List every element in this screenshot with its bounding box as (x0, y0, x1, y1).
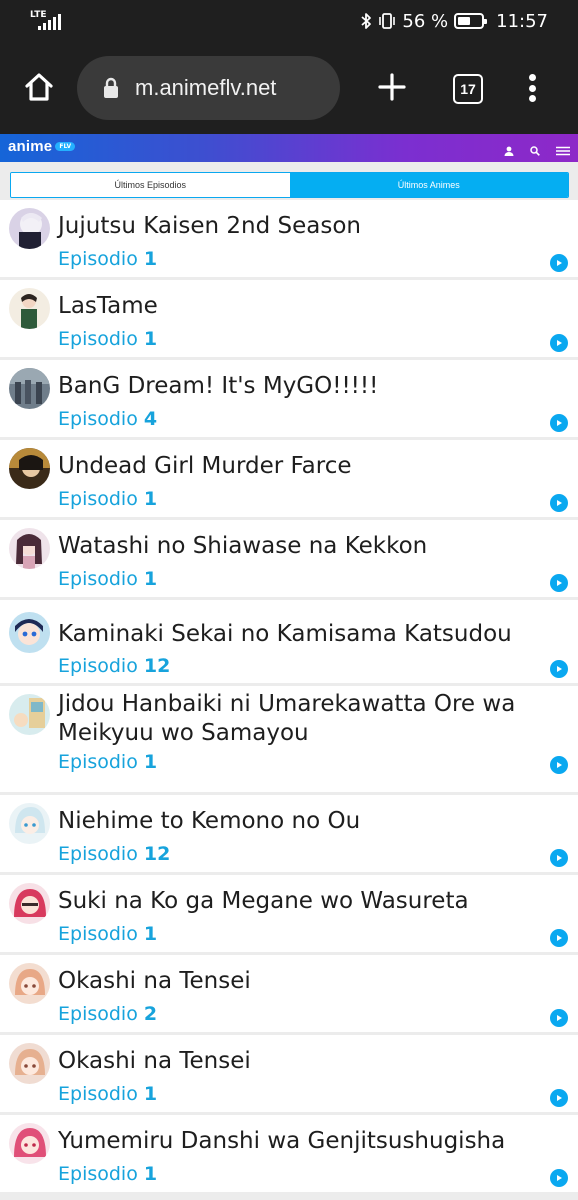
anime-thumbnail (9, 288, 50, 329)
new-tab-button[interactable] (372, 67, 412, 107)
anime-title[interactable]: Niehime to Kemono no Ou (58, 807, 528, 836)
anime-title[interactable]: LasTame (58, 292, 528, 321)
signal-icon (38, 14, 62, 30)
episode-number: Episodio 12 (58, 843, 171, 865)
list-item[interactable]: Undead Girl Murder Farce Episodio 1 (0, 440, 578, 517)
list-item[interactable]: Okashi na Tensei Episodio 2 (0, 955, 578, 1032)
logo-text: anime (8, 138, 53, 155)
play-icon[interactable] (550, 756, 568, 774)
url-text: m.animeflv.net (135, 75, 277, 100)
anime-thumbnail (9, 368, 50, 409)
anime-title[interactable]: Watashi no Shiawase na Kekkon (58, 532, 528, 561)
status-bar: LTE 56 % 11:57 (0, 0, 578, 42)
anime-title[interactable]: Yumemiru Danshi wa Genjitsushugisha (58, 1127, 528, 1156)
play-icon[interactable] (550, 1089, 568, 1107)
plus-icon (378, 73, 406, 101)
tab-latest-animes[interactable]: Últimos Animes (289, 173, 568, 197)
list-item[interactable]: Yumemiru Danshi wa Genjitsushugisha Epis… (0, 1115, 578, 1192)
list-item[interactable]: Kaminaki Sekai no Kamisama Katsudou Epis… (0, 600, 578, 683)
home-icon (25, 73, 53, 101)
episode-number: Episodio 1 (58, 328, 158, 350)
list-item[interactable]: Niehime to Kemono no Ou Episodio 12 (0, 795, 578, 872)
user-icon[interactable] (504, 141, 514, 160)
play-icon[interactable] (550, 334, 568, 352)
anime-thumbnail (9, 208, 50, 249)
list-item[interactable]: Jujutsu Kaisen 2nd Season Episodio 1 (0, 200, 578, 277)
episode-number: Episodio 1 (58, 923, 158, 945)
anime-thumbnail (9, 1123, 50, 1164)
anime-thumbnail (9, 1043, 50, 1084)
episode-number: Episodio 2 (58, 1003, 158, 1025)
episode-number: Episodio 1 (58, 488, 158, 510)
episode-number: Episodio 1 (58, 568, 158, 590)
logo-badge: FLV (55, 142, 76, 151)
list-item[interactable]: Suki na Ko ga Megane wo Wasureta Episodi… (0, 875, 578, 952)
home-button[interactable] (18, 66, 60, 108)
anime-thumbnail (9, 963, 50, 1004)
play-icon[interactable] (550, 414, 568, 432)
list-item[interactable]: BanG Dream! It's MyGO!!!!! Episodio 4 (0, 360, 578, 437)
anime-title[interactable]: Suki na Ko ga Megane wo Wasureta (58, 887, 528, 916)
content-tabs: Últimos Episodios Últimos Animes (10, 172, 569, 198)
more-options-icon[interactable] (520, 70, 544, 106)
search-icon[interactable] (530, 141, 540, 160)
play-icon[interactable] (550, 1009, 568, 1027)
address-bar[interactable]: m.animeflv.net (77, 56, 340, 120)
browser-toolbar: m.animeflv.net 17 (0, 42, 578, 134)
tab-latest-episodes[interactable]: Últimos Episodios (11, 173, 290, 197)
episode-number: Episodio 1 (58, 248, 158, 270)
anime-thumbnail (9, 612, 50, 653)
battery-percent: 56 % (402, 10, 449, 32)
episode-number: Episodio 4 (58, 408, 158, 430)
play-icon[interactable] (550, 929, 568, 947)
play-icon[interactable] (550, 849, 568, 867)
play-icon[interactable] (550, 660, 568, 678)
anime-title[interactable]: Undead Girl Murder Farce (58, 452, 528, 481)
anime-title[interactable]: Jidou Hanbaiki ni Umarekawatta Ore wa Me… (58, 690, 528, 748)
bluetooth-icon (360, 12, 372, 30)
list-item[interactable]: Jidou Hanbaiki ni Umarekawatta Ore wa Me… (0, 686, 578, 792)
episode-number: Episodio 1 (58, 1163, 158, 1185)
site-logo[interactable]: anime FLV (8, 138, 76, 155)
play-icon[interactable] (550, 494, 568, 512)
play-icon[interactable] (550, 574, 568, 592)
anime-thumbnail (9, 694, 50, 735)
status-right: 56 % 11:57 (360, 9, 548, 33)
signal-indicator: LTE (30, 10, 62, 32)
anime-title[interactable]: Kaminaki Sekai no Kamisama Katsudou (58, 620, 528, 649)
play-icon[interactable] (550, 1169, 568, 1187)
episode-number: Episodio 1 (58, 751, 158, 773)
battery-icon (454, 13, 488, 29)
hamburger-menu-icon[interactable] (556, 141, 570, 160)
anime-title[interactable]: Okashi na Tensei (58, 1047, 528, 1076)
list-item[interactable]: LasTame Episodio 1 (0, 280, 578, 357)
lock-icon (101, 76, 121, 100)
episode-number: Episodio 12 (58, 655, 171, 677)
anime-title[interactable]: Okashi na Tensei (58, 967, 528, 996)
episode-number: Episodio 1 (58, 1083, 158, 1105)
play-icon[interactable] (550, 254, 568, 272)
anime-title[interactable]: Jujutsu Kaisen 2nd Season (58, 212, 528, 241)
list-item[interactable]: Watashi no Shiawase na Kekkon Episodio 1 (0, 520, 578, 597)
anime-thumbnail (9, 883, 50, 924)
tab-switcher-button[interactable]: 17 (453, 74, 483, 104)
vibrate-icon (378, 12, 396, 30)
anime-title[interactable]: BanG Dream! It's MyGO!!!!! (58, 372, 528, 401)
anime-thumbnail (9, 528, 50, 569)
site-header: anime FLV (0, 134, 578, 162)
header-actions (504, 141, 570, 160)
list-item[interactable]: Okashi na Tensei Episodio 1 (0, 1035, 578, 1112)
anime-thumbnail (9, 448, 50, 489)
episode-list: Jujutsu Kaisen 2nd Season Episodio 1 Las… (0, 200, 578, 1195)
clock: 11:57 (496, 10, 548, 32)
anime-thumbnail (9, 803, 50, 844)
